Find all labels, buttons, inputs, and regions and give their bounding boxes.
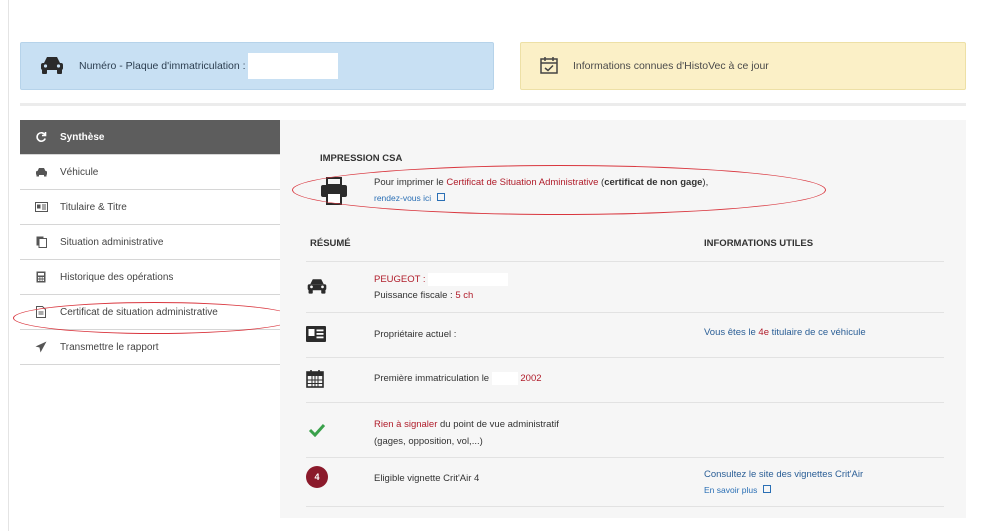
sidebar-item-historique[interactable]: Historique des opérations [20,260,280,295]
calendar-icon [306,369,324,391]
sidebar-item-label: Véhicule [60,166,99,178]
critair-row: 4 Eligible vignette Crit'Air 4 Consultez… [306,458,944,507]
info-label: Informations connues d'HistoVec à ce jou… [573,60,769,72]
owner-info-prefix: Vous êtes le [704,327,756,338]
brand-name: PEUGEOT : [374,274,426,285]
refresh-icon [34,131,48,143]
owner-row: Propriétaire actuel : Vous êtes le 4e ti… [306,313,944,358]
critair-more-line: En savoir plus [704,485,772,496]
admin-status-detail: (gages, opposition, vol,...) [374,436,483,447]
power-text: Puissance fiscale : 5 ch [374,288,473,303]
plate-value-redacted [247,53,338,79]
sidebar-item-label: Situation administrative [60,236,164,248]
owner-rank: 4e [758,327,769,338]
id-card-icon [306,326,326,345]
owner-label: Propriétaire actuel : [374,329,457,340]
sidebar-item-label: Titulaire & Titre [60,201,127,213]
sidebar-item-situation[interactable]: Situation administrative [20,225,280,260]
first-registration-year: 2002 [520,373,542,384]
page-left-border [8,0,9,531]
useful-info-title: INFORMATIONS UTILES [704,238,814,249]
admin-status-row: Rien à signaler du point de vue administ… [306,403,944,458]
first-registration-date-redacted [491,371,518,385]
critair-label: Eligible vignette Crit'Air 4 [374,473,480,484]
brand-text: PEUGEOT : [374,272,509,287]
external-link-icon [763,485,772,493]
power-label: Puissance fiscale : [374,290,453,301]
document-icon [34,236,48,248]
first-registration-text: Première immatriculation le 2002 [374,371,542,386]
check-icon [308,423,326,440]
calendar-check-icon [539,55,559,78]
car-icon [306,277,328,298]
critair-more-link[interactable]: En savoir plus [704,485,757,495]
nothing-to-report: Rien à signaler [374,419,438,430]
impression-title: IMPRESSION CSA [320,153,403,164]
send-icon [34,341,48,353]
admin-status-rest: du point de vue administratif [440,419,559,430]
annotation-oval-certificat [13,302,296,334]
critair-site-text: Consultez le site des vignettes Crit'Air [704,469,864,480]
sidebar-item-vehicule[interactable]: Véhicule [20,155,280,190]
car-icon [39,55,65,78]
plate-label: Numéro - Plaque d'immatriculation : [79,60,246,72]
sidebar-item-synthese[interactable]: Synthèse [20,120,280,155]
header-separator [20,103,966,106]
admin-status-text: Rien à signaler du point de vue administ… [374,417,559,432]
annotation-oval-impression [292,165,826,215]
critair-badge-icon: 4 [306,466,328,488]
owner-info: Vous êtes le 4e titulaire de ce véhicule [704,327,866,338]
sidebar-item-titulaire[interactable]: Titulaire & Titre [20,190,280,225]
owner-info-suffix: titulaire de ce véhicule [771,327,866,338]
info-banner: Informations connues d'HistoVec à ce jou… [520,42,966,90]
power-value: 5 ch [455,290,474,301]
resume-title: RÉSUMÉ [310,238,351,249]
calculator-icon [34,271,48,283]
sidebar-item-label: Transmettre le rapport [60,341,159,353]
first-registration-row: Première immatriculation le 2002 [306,358,944,403]
sidebar-item-label: Synthèse [60,131,105,143]
sidebar-item-transmettre[interactable]: Transmettre le rapport [20,330,280,365]
car-icon [34,167,48,177]
brand-row: PEUGEOT : Puissance fiscale : 5 ch [306,262,944,313]
first-registration-label: Première immatriculation le [374,373,490,384]
id-card-icon [34,202,48,212]
plate-banner: Numéro - Plaque d'immatriculation : [20,42,494,90]
main-panel: IMPRESSION CSA Pour imprimer le Certific… [280,120,966,518]
brand-model-redacted [428,272,509,286]
sidebar-item-label: Historique des opérations [60,271,174,283]
